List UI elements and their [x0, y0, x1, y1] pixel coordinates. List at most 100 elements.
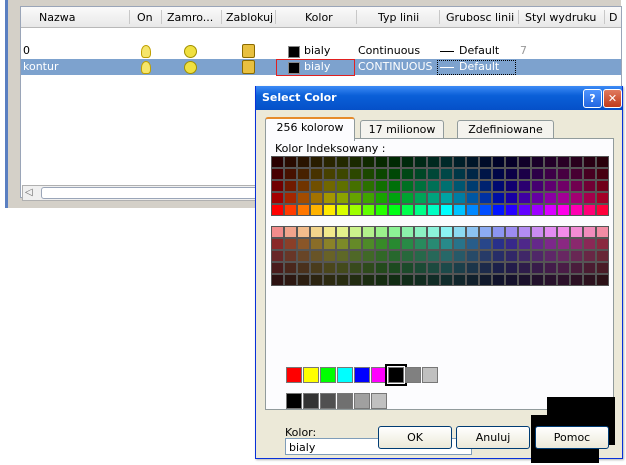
layer-color[interactable]: bialy — [304, 60, 330, 73]
unlocked-padlock-icon[interactable] — [242, 44, 255, 58]
color-cell[interactable] — [401, 274, 414, 286]
color-cell[interactable] — [531, 168, 544, 180]
color-cell[interactable] — [284, 262, 297, 274]
color-cell[interactable] — [414, 250, 427, 262]
header-kolor[interactable]: Kolor — [305, 11, 333, 24]
color-cell[interactable] — [518, 250, 531, 262]
color-cell[interactable] — [505, 262, 518, 274]
color-swatch[interactable] — [288, 62, 300, 74]
color-cell[interactable] — [427, 238, 440, 250]
color-cell[interactable] — [349, 204, 362, 216]
color-cell[interactable] — [492, 226, 505, 238]
color-cell[interactable] — [336, 262, 349, 274]
color-cell[interactable] — [349, 250, 362, 262]
color-cell[interactable] — [518, 238, 531, 250]
color-cell[interactable] — [284, 238, 297, 250]
color-cell[interactable] — [531, 250, 544, 262]
color-cell[interactable] — [297, 226, 310, 238]
color-cell[interactable] — [271, 180, 284, 192]
color-cell[interactable] — [596, 204, 609, 216]
color-cell[interactable] — [388, 180, 401, 192]
color-cell[interactable] — [375, 274, 388, 286]
color-cell[interactable] — [518, 180, 531, 192]
color-cell[interactable] — [440, 226, 453, 238]
color-cell[interactable] — [570, 180, 583, 192]
color-cell[interactable] — [271, 168, 284, 180]
color-cell[interactable] — [401, 262, 414, 274]
header-zablokuj[interactable]: Zablokuj — [226, 11, 273, 24]
color-cell[interactable] — [271, 226, 284, 238]
color-cell[interactable] — [453, 192, 466, 204]
dialog-titlebar[interactable]: Select Color ? ✕ — [256, 86, 622, 110]
gray-color-swatch[interactable] — [371, 393, 387, 409]
color-cell[interactable] — [310, 168, 323, 180]
ok-button[interactable]: OK — [378, 426, 452, 449]
color-cell[interactable] — [388, 250, 401, 262]
color-cell[interactable] — [284, 274, 297, 286]
color-cell[interactable] — [297, 262, 310, 274]
lightbulb-on-icon[interactable] — [141, 61, 151, 74]
color-cell[interactable] — [323, 204, 336, 216]
color-cell[interactable] — [518, 192, 531, 204]
color-cell[interactable] — [401, 168, 414, 180]
color-cell[interactable] — [336, 180, 349, 192]
cancel-button[interactable]: Anuluj — [456, 426, 530, 449]
color-cell[interactable] — [557, 262, 570, 274]
color-cell[interactable] — [401, 156, 414, 168]
layer-linetype[interactable]: Continuous — [358, 44, 420, 57]
color-cell[interactable] — [310, 262, 323, 274]
color-cell[interactable] — [427, 226, 440, 238]
color-cell[interactable] — [570, 168, 583, 180]
color-cell[interactable] — [518, 274, 531, 286]
color-cell[interactable] — [323, 250, 336, 262]
color-cell[interactable] — [596, 156, 609, 168]
color-cell[interactable] — [310, 180, 323, 192]
color-cell[interactable] — [297, 204, 310, 216]
color-cell[interactable] — [505, 226, 518, 238]
standard-color-swatch[interactable] — [303, 367, 319, 383]
help-icon[interactable]: ? — [583, 89, 602, 108]
color-cell[interactable] — [518, 168, 531, 180]
color-cell[interactable] — [440, 156, 453, 168]
color-cell[interactable] — [557, 168, 570, 180]
color-cell[interactable] — [427, 250, 440, 262]
color-cell[interactable] — [349, 156, 362, 168]
horizontal-scrollbar[interactable]: ◁ — [22, 185, 260, 201]
color-cell[interactable] — [453, 250, 466, 262]
color-cell[interactable] — [479, 156, 492, 168]
color-cell[interactable] — [518, 156, 531, 168]
color-cell[interactable] — [362, 156, 375, 168]
color-cell[interactable] — [466, 192, 479, 204]
color-cell[interactable] — [479, 168, 492, 180]
standard-color-swatch[interactable] — [337, 367, 353, 383]
color-cell[interactable] — [440, 250, 453, 262]
color-cell[interactable] — [375, 204, 388, 216]
color-cell[interactable] — [388, 226, 401, 238]
color-cell[interactable] — [492, 156, 505, 168]
color-cell[interactable] — [518, 204, 531, 216]
color-cell[interactable] — [544, 238, 557, 250]
color-cell[interactable] — [479, 274, 492, 286]
color-cell[interactable] — [505, 274, 518, 286]
color-cell[interactable] — [583, 226, 596, 238]
color-cell[interactable] — [544, 180, 557, 192]
color-cell[interactable] — [466, 250, 479, 262]
color-cell[interactable] — [531, 180, 544, 192]
color-cell[interactable] — [466, 168, 479, 180]
color-cell[interactable] — [492, 168, 505, 180]
color-cell[interactable] — [440, 192, 453, 204]
color-cell[interactable] — [492, 250, 505, 262]
color-cell[interactable] — [349, 192, 362, 204]
color-cell[interactable] — [297, 250, 310, 262]
color-cell[interactable] — [492, 180, 505, 192]
layer-linetype[interactable]: CONTINUOUS — [358, 60, 433, 73]
color-cell[interactable] — [401, 204, 414, 216]
color-cell[interactable] — [414, 274, 427, 286]
color-cell[interactable] — [583, 204, 596, 216]
tab-17-million[interactable]: 17 milionow — [360, 120, 444, 139]
color-cell[interactable] — [310, 250, 323, 262]
color-cell[interactable] — [583, 274, 596, 286]
color-cell[interactable] — [271, 238, 284, 250]
color-cell[interactable] — [427, 192, 440, 204]
color-cell[interactable] — [323, 192, 336, 204]
